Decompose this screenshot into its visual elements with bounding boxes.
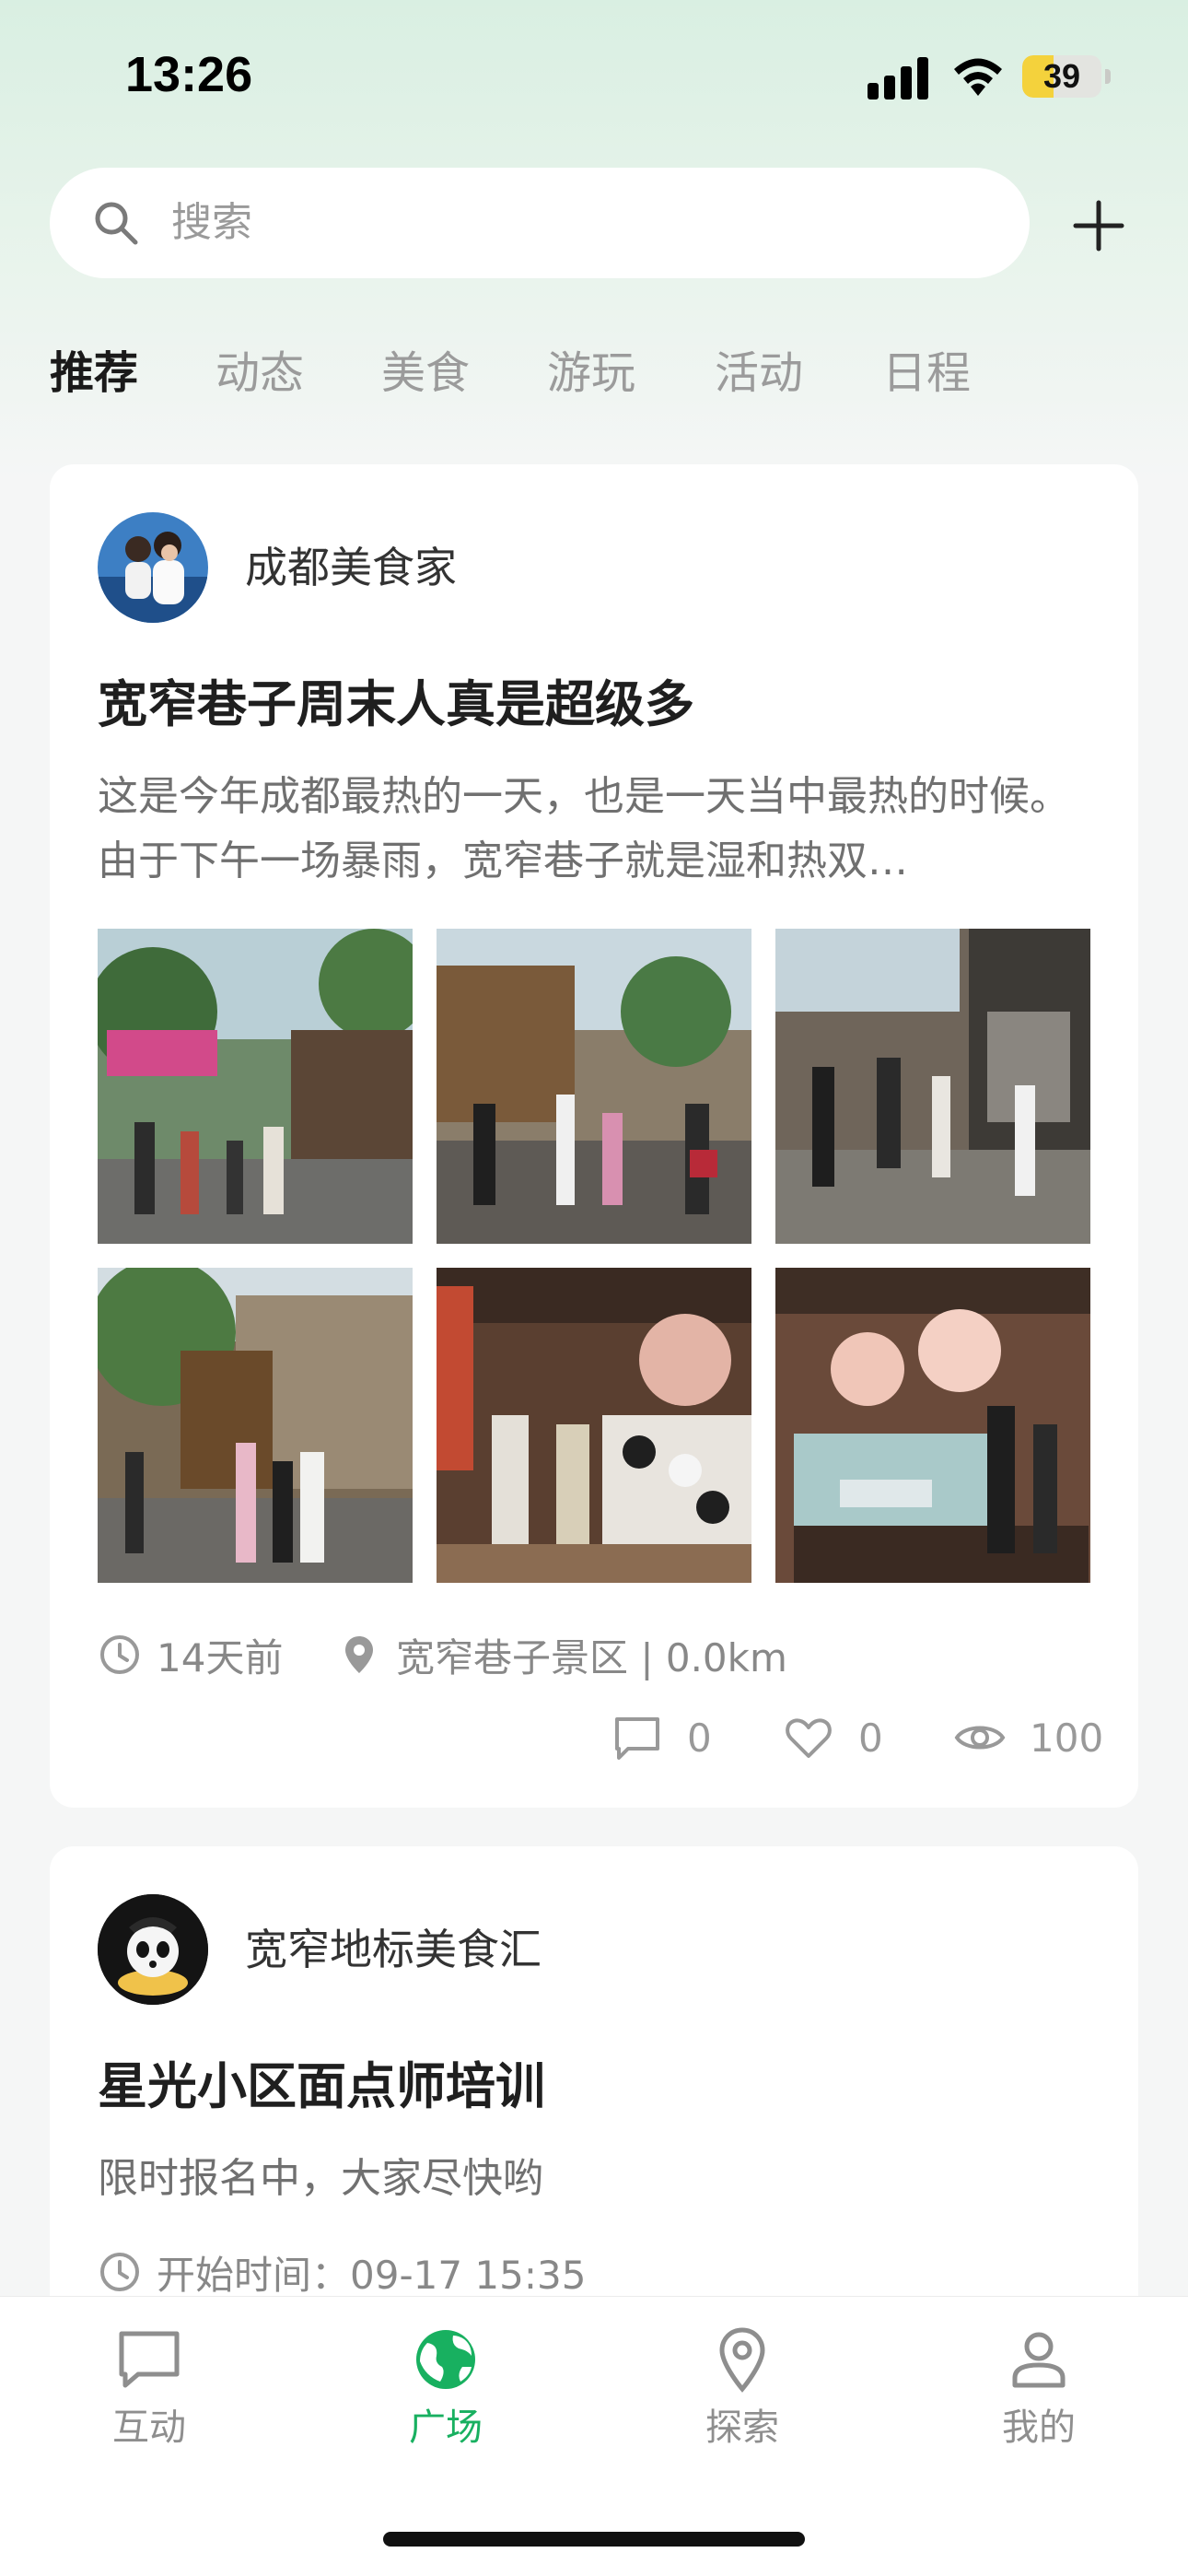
post-time: 14天前 [98, 1627, 283, 1682]
like-count[interactable]: 0 [783, 1710, 883, 1765]
globe-icon [416, 2330, 475, 2389]
post-location[interactable]: 宽窄巷子景区 | 0.0km [337, 1627, 787, 1682]
chat-bubble-icon [119, 2331, 180, 2388]
location-pin-icon [345, 1636, 373, 1673]
post-location-text: 宽窄巷子景区 | 0.0km [396, 1634, 787, 1680]
tab-updates[interactable]: 动态 [215, 341, 304, 405]
post-card[interactable]: 宽窄地标美食汇 星光小区面点师培训 限时报名中，大家尽快哟 开始时间：09-17… [50, 1846, 1138, 2362]
search-placeholder: 搜索 [171, 199, 252, 246]
avatar[interactable] [98, 1894, 208, 2005]
nav-label: 探索 [705, 2406, 779, 2449]
status-time: 13:26 [125, 47, 253, 102]
author-name: 成都美食家 [245, 543, 457, 592]
post-card[interactable]: 成都美食家 宽窄巷子周末人真是超级多 这是今年成都最热的一天，也是一天当中最热的… [50, 464, 1138, 1808]
person-icon [1012, 2332, 1066, 2388]
location-pin-icon [719, 2327, 765, 2393]
nav-label: 互动 [112, 2406, 186, 2449]
home-indicator [383, 2532, 805, 2547]
nav-item-square[interactable]: 广场 [354, 2324, 538, 2453]
wifi-icon [954, 58, 1002, 96]
post-photo[interactable] [775, 1268, 1090, 1583]
author-name: 宽窄地标美食汇 [245, 1925, 542, 1974]
post-excerpt: 限时报名中，大家尽快哟 [98, 2155, 543, 2202]
cellular-signal-icon [868, 57, 928, 100]
post-meta: 14天前 宽窄巷子景区 | 0.0km [98, 1627, 1092, 1682]
post-photo[interactable] [98, 1268, 413, 1583]
tab-play[interactable]: 游玩 [547, 341, 635, 405]
heart-icon [786, 1718, 832, 1758]
nav-label: 广场 [409, 2406, 483, 2449]
comment-icon [615, 1717, 659, 1760]
tab-events[interactable]: 活动 [715, 341, 803, 405]
post-title: 宽窄巷子周末人真是超级多 [98, 675, 694, 733]
post-photo[interactable] [437, 1268, 751, 1583]
post-title: 星光小区面点师培训 [98, 2057, 545, 2115]
nav-item-mine[interactable]: 我的 [947, 2324, 1131, 2453]
post-photo[interactable] [775, 929, 1090, 1244]
add-button[interactable] [1068, 195, 1129, 256]
nav-item-explore[interactable]: 探索 [650, 2324, 834, 2453]
tab-schedule[interactable]: 日程 [882, 341, 971, 405]
comment-count[interactable]: 0 [611, 1710, 712, 1765]
view-count: 100 [954, 1710, 1103, 1765]
battery-nub [1105, 69, 1111, 84]
clock-icon [100, 2253, 139, 2291]
avatar[interactable] [98, 512, 208, 623]
battery-indicator: 39 [1022, 55, 1101, 98]
nav-label: 我的 [1002, 2406, 1076, 2449]
post-meta: 开始时间：09-17 15:35 [98, 2244, 1092, 2300]
status-bar: 13:26 39 [0, 0, 1188, 157]
comment-count-text: 0 [687, 1715, 712, 1761]
event-start-time: 开始时间：09-17 15:35 [98, 2244, 586, 2300]
battery-percent: 39 [1042, 57, 1081, 95]
view-count-text: 100 [1030, 1715, 1104, 1761]
post-photo[interactable] [437, 929, 751, 1244]
category-tabs: 推荐 动态 美食 游玩 活动 日程 [50, 341, 1136, 405]
like-count-text: 0 [858, 1715, 883, 1761]
post-photo[interactable] [98, 929, 413, 1244]
nav-item-interact[interactable]: 互动 [57, 2324, 241, 2453]
post-excerpt: 这是今年成都最热的一天，也是一天当中最热的时候。由于下午一场暴雨，宽窄巷子就是湿… [98, 773, 1070, 884]
clock-icon [100, 1635, 139, 1674]
event-start-time-text: 开始时间：09-17 15:35 [157, 2252, 587, 2298]
tab-food[interactable]: 美食 [381, 341, 470, 405]
post-time-text: 14天前 [157, 1634, 284, 1680]
search-input[interactable]: 搜索 [50, 168, 1030, 278]
eye-icon [954, 1726, 1006, 1750]
search-icon [95, 202, 138, 245]
tab-recommend[interactable]: 推荐 [50, 341, 138, 405]
post-stats: 0 0 100 [611, 1710, 1103, 1765]
